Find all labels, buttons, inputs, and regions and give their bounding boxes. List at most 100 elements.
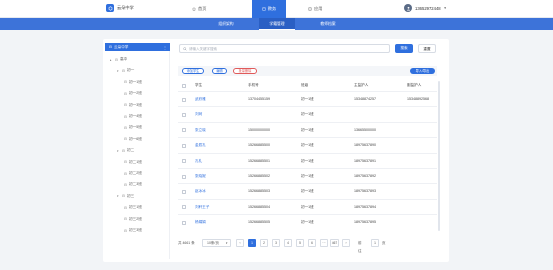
chevron-down-icon[interactable]: ▾: [117, 194, 120, 198]
row-checkbox[interactable]: [182, 112, 186, 117]
goto-page-input[interactable]: 1: [371, 239, 379, 247]
row-checkbox[interactable]: [182, 189, 186, 194]
cell-class: 初一1班: [301, 158, 314, 163]
table-row[interactable]: 刘轩王子 15266885504 初一1班 18975637894: [178, 198, 437, 215]
cell-phone: 15266885504: [248, 204, 270, 209]
folder-icon: ⊟: [124, 114, 128, 119]
folder-icon: ⊟: [122, 148, 126, 153]
cell-primary-guardian: 13665500000: [354, 127, 376, 132]
tree-item[interactable]: ⊟ 初一6班: [124, 137, 142, 142]
page-button[interactable]: 4: [284, 239, 292, 247]
table-row[interactable]: 金辰孔 15266885500 初一1班 18975637890: [178, 137, 437, 152]
select-all-checkbox[interactable]: [182, 83, 186, 88]
tab-teacher-files[interactable]: 教师档案: [310, 18, 346, 30]
row-checkbox[interactable]: [182, 220, 186, 225]
page-button[interactable]: 5: [296, 239, 304, 247]
cell-student[interactable]: 杨娟娟: [195, 215, 206, 230]
tree-item[interactable]: ⊟ 初一1班: [124, 80, 142, 85]
row-checkbox[interactable]: [182, 174, 186, 179]
tree-root-school[interactable]: ⊟ 云朵中学 ⋮: [105, 43, 170, 51]
page-button[interactable]: 2: [260, 239, 268, 247]
cell-phone: 13704455159: [248, 97, 270, 101]
tree-item[interactable]: ▸ ⊟ 高中: [110, 57, 127, 62]
table-row[interactable]: 张晓妮 15266885502 初一1班 18975637892: [178, 168, 437, 183]
prev-page-button[interactable]: ‹: [236, 239, 244, 247]
tree-item[interactable]: ⊟ 初二3班: [124, 182, 142, 187]
tree-root-label: 云朵中学: [114, 44, 129, 49]
bulk-delete-button[interactable]: 批量删除: [233, 68, 257, 74]
next-page-button[interactable]: ›: [342, 239, 350, 247]
tab-student-records[interactable]: 学籍管理: [259, 18, 295, 30]
table-row[interactable]: 张立晓 15000000000 初一1班 13665500000: [178, 121, 437, 138]
table-row[interactable]: 赵冰冰 15266885503 初一1班 18975637893: [178, 183, 437, 198]
row-checkbox[interactable]: [182, 128, 186, 133]
page-button[interactable]: 6: [308, 239, 316, 247]
table-row[interactable]: 刘珂 初一1班: [178, 106, 437, 121]
search-input[interactable]: [189, 46, 379, 51]
cell-class: 初一1班: [301, 220, 314, 225]
tree-item[interactable]: ⊟ 初二2班: [124, 171, 142, 176]
cell-student[interactable]: 金辰孔: [195, 138, 206, 153]
nav-home[interactable]: 首页: [182, 0, 216, 18]
row-checkbox[interactable]: [182, 97, 186, 102]
search-button[interactable]: 搜索: [395, 44, 413, 53]
folder-icon: ⊟: [122, 194, 126, 199]
nav-apps[interactable]: 应用: [298, 0, 332, 18]
folder-icon: ⊟: [124, 205, 128, 210]
cell-student[interactable]: 刘珂: [195, 107, 202, 122]
cell-student[interactable]: 刘轩王子: [195, 200, 209, 215]
tree-item[interactable]: ⊟ 初二1班: [124, 160, 142, 165]
tree-item[interactable]: ⊟ 初三1班: [124, 205, 142, 210]
table-row[interactable]: 孔礼 15266885501 初一1班 18975637891: [178, 152, 437, 169]
reset-button[interactable]: 重置: [418, 44, 436, 53]
page-button[interactable]: 3: [272, 239, 280, 247]
tree-item[interactable]: ⊟ 初三3班: [124, 228, 142, 233]
chevron-right-icon[interactable]: ▸: [110, 58, 113, 62]
page-size-select[interactable]: 10条/页 ▼: [202, 239, 231, 247]
cell-student[interactable]: 张晓妮: [195, 169, 206, 184]
tree-item[interactable]: ▾ ⊟ 初二: [117, 148, 134, 153]
add-student-button[interactable]: 添加学生: [182, 68, 204, 74]
page-ellipsis[interactable]: ···: [320, 239, 328, 247]
tree-item[interactable]: ⊟ 初一2班: [124, 91, 142, 96]
nav-teaching[interactable]: 教务: [252, 0, 286, 18]
user-menu[interactable]: 13652972448 ▼: [404, 4, 447, 12]
cell-class: 初一1班: [301, 97, 314, 101]
cell-primary-guardian: 15348874257: [354, 97, 376, 101]
tree-item[interactable]: ▾ ⊟ 初三: [117, 194, 134, 199]
last-page-button[interactable]: 467: [330, 239, 339, 247]
tree-item-label: 初一5班: [129, 125, 142, 130]
row-checkbox[interactable]: [182, 143, 186, 148]
folder-icon: ⊟: [124, 217, 128, 222]
tree-item-label: 高中: [120, 57, 128, 61]
cell-primary-guardian: 18975637890: [354, 143, 376, 148]
tree-item[interactable]: ⊟ 初三2班: [124, 217, 142, 222]
more-icon[interactable]: ⋮: [163, 45, 167, 50]
cell-phone: 15266885500: [248, 143, 270, 148]
row-checkbox[interactable]: [182, 159, 186, 164]
cell-student[interactable]: 孔礼: [195, 154, 202, 169]
chevron-down-icon[interactable]: ▾: [117, 149, 120, 153]
tree-item[interactable]: ⊟ 初一5班: [124, 125, 142, 130]
tree-item[interactable]: ▾ ⊟ 初一: [117, 68, 134, 73]
brand-name: 云朵中学: [117, 5, 134, 10]
cell-student[interactable]: 张立晓: [195, 123, 206, 138]
tree-item[interactable]: ⊟ 初一3班: [124, 103, 142, 108]
chevron-down-icon[interactable]: ▾: [117, 69, 120, 73]
tab-organization[interactable]: 组织架构: [208, 18, 244, 30]
table-row[interactable]: 武欣雅 13704455159 初一1班 15348874257 15348892568: [178, 91, 437, 106]
col-secondary-guardian: 副监护人: [407, 83, 422, 87]
table-row[interactable]: 杨娟娟 15266885505 初一1班 18975637895: [178, 214, 437, 229]
table-scrollbar[interactable]: [438, 81, 440, 231]
tree-item-label: 初三: [127, 193, 135, 198]
row-checkbox[interactable]: [182, 205, 186, 210]
nav-apps-label: 应用: [314, 6, 323, 11]
import-export-button[interactable]: 导入/导出: [410, 68, 435, 74]
page-button[interactable]: 1: [248, 239, 256, 247]
cell-student[interactable]: 武欣雅: [195, 92, 206, 107]
school-logo-icon: [106, 4, 114, 12]
brand[interactable]: 云朵中学: [106, 4, 134, 12]
tree-item[interactable]: ⊟ 初一4班: [124, 114, 142, 119]
edit-button[interactable]: 编辑: [212, 68, 227, 74]
cell-student[interactable]: 赵冰冰: [195, 184, 206, 199]
